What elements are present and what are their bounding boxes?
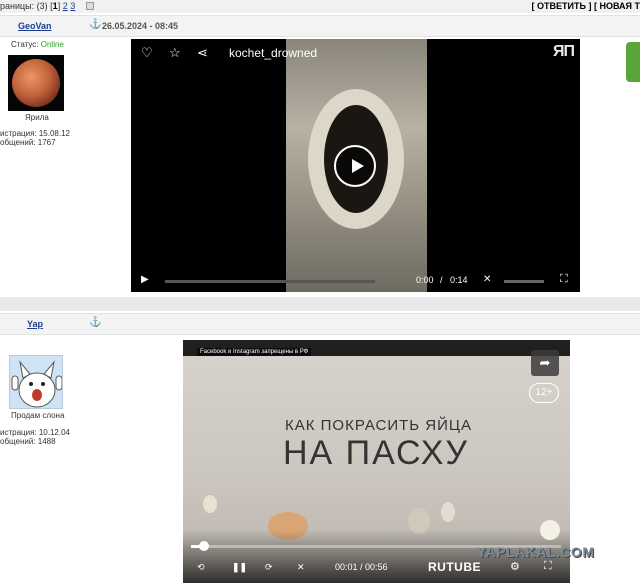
fullscreen-icon[interactable]: ⛶	[544, 560, 552, 573]
play-icon[interactable]	[334, 145, 376, 187]
avatar-caption: Ярила	[25, 113, 49, 122]
post-date: 26.05.2024 - 08:45	[102, 21, 179, 31]
cat-avatar-icon	[10, 356, 62, 408]
side-action-button[interactable]	[626, 42, 640, 82]
time-display: 00:01 / 00:56	[335, 562, 388, 572]
video-title: kochet_drowned	[229, 46, 318, 60]
avatar[interactable]	[9, 355, 63, 409]
registration-date: истрация: 10.12.04	[0, 428, 70, 437]
pagination: раницы: (3) [1] 2 3	[0, 1, 94, 11]
age-rating-badge: 12+	[529, 383, 559, 403]
share-icon[interactable]: ➦	[531, 350, 559, 376]
message-count: общений: 1488	[0, 437, 56, 446]
forward-10-icon[interactable]: ⟳	[265, 562, 273, 573]
post-header-2: Yap ⚓	[0, 313, 640, 335]
time-current: 0:00	[416, 275, 434, 285]
egg-decoration	[203, 495, 217, 513]
anchor-icon[interactable]: ⚓	[89, 19, 101, 31]
post-author-link[interactable]: GeoVan	[18, 21, 52, 31]
mute-icon[interactable]: ✕	[297, 562, 305, 573]
page-link-2[interactable]: 2	[63, 1, 68, 11]
time-separator: /	[440, 275, 443, 285]
channel-avatar[interactable]	[540, 520, 560, 540]
rewind-10-icon[interactable]: ⟲	[197, 562, 205, 573]
pagination-label: раницы: (3)	[0, 1, 48, 11]
video-headline-line2: НА ПАСХУ	[283, 434, 469, 472]
progress-handle[interactable]	[199, 541, 209, 551]
page-menu-icon[interactable]	[85, 2, 94, 10]
video-player-1[interactable]: ♡ ☆ ⋖ kochet_drowned ЯП ▶ 0:00 / 0:14 ✕ …	[131, 39, 580, 292]
avatar[interactable]	[8, 55, 64, 111]
time-total: 0:14	[450, 275, 468, 285]
video-progress-bar[interactable]	[165, 280, 375, 283]
video-headline-line1: КАК ПОКРАСИТЬ ЯЙЦА	[285, 417, 473, 434]
top-bar: раницы: (3) [1] 2 3 [ ОТВЕТИТЬ ] [ НОВАЯ…	[0, 0, 640, 13]
video-controls: ▶ 0:00 / 0:14 ✕ ⛶	[131, 270, 580, 292]
post-author-link[interactable]: Yap	[27, 319, 43, 329]
channel-logo: ЯП	[553, 43, 575, 60]
volume-slider[interactable]	[504, 280, 544, 283]
anchor-icon[interactable]: ⚓	[89, 317, 101, 329]
user-status: Статус: Online	[11, 40, 64, 49]
reply-actions[interactable]: [ ОТВЕТИТЬ ] [ НОВАЯ Т	[532, 1, 640, 11]
fullscreen-icon[interactable]: ⛶	[560, 273, 568, 286]
pause-icon[interactable]: ❚❚	[232, 562, 247, 573]
message-count: общений: 1767	[0, 138, 56, 147]
play-icon[interactable]: ▶	[141, 274, 149, 285]
settings-icon[interactable]: ⚙	[510, 560, 520, 573]
star-icon[interactable]: ☆	[169, 45, 181, 61]
egg-decoration	[441, 502, 455, 522]
site-watermark: YAPLAKAL.COM	[477, 544, 595, 560]
rutube-logo: RUTUBE	[428, 560, 481, 574]
registration-date: истрация: 15.08.12	[0, 129, 70, 138]
avatar-caption: Продам слона	[11, 411, 65, 420]
share-icon[interactable]: ⋖	[197, 45, 208, 61]
news-label: Facebook и Instagram запрещены в РФ	[197, 348, 312, 356]
post-divider	[0, 297, 640, 311]
heart-icon[interactable]: ♡	[141, 45, 153, 61]
mute-icon[interactable]: ✕	[483, 274, 491, 285]
post-header-1: GeoVan ⚓ 26.05.2024 - 08:45	[0, 15, 640, 37]
page-link-3[interactable]: 3	[70, 1, 75, 11]
